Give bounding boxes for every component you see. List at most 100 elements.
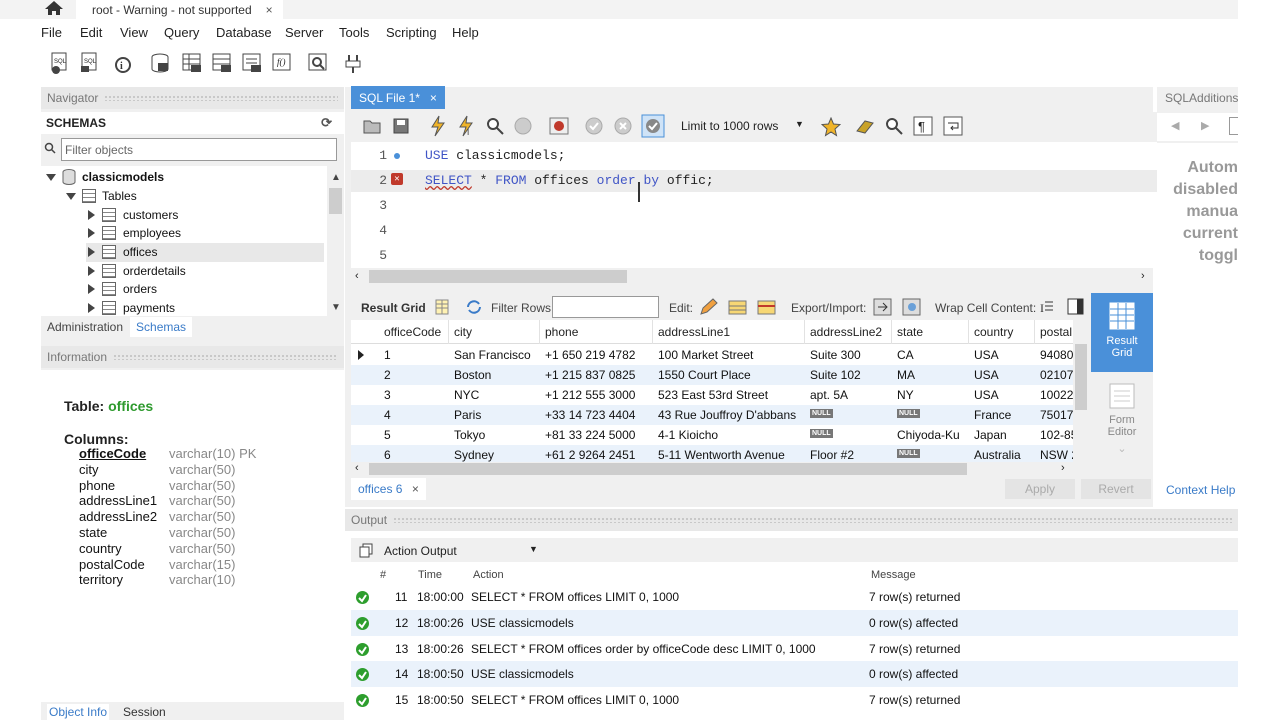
filter-rows-input[interactable] (552, 296, 659, 318)
expand-icon[interactable] (88, 284, 95, 294)
column-divider[interactable] (539, 320, 540, 344)
table-cell[interactable]: +1 650 219 4782 (545, 348, 635, 362)
table-row[interactable]: 1 San Francisco +1 650 219 4782 100 Market … (351, 345, 1089, 365)
new-sql-tab-icon[interactable]: SQL (48, 50, 72, 76)
home-icon[interactable] (44, 0, 66, 16)
table-cell[interactable]: Sydney (454, 448, 494, 462)
create-schema-icon[interactable] (148, 50, 172, 76)
execute-current-icon[interactable]: I (457, 115, 475, 137)
table-payments[interactable]: payments (88, 299, 175, 317)
forward-icon[interactable]: ▶ (1201, 119, 1209, 132)
table-offices[interactable]: offices (88, 243, 157, 261)
table-cell[interactable]: France (974, 408, 1011, 422)
wrap-lines-icon[interactable] (943, 116, 963, 136)
create-function-icon[interactable]: f() (270, 50, 294, 76)
search-table-data-icon[interactable] (306, 50, 330, 76)
explain-icon[interactable] (485, 116, 505, 136)
output-row[interactable]: 12 18:00:26 USE classicmodels 0 row(s) affe… (351, 609, 1238, 636)
column-divider[interactable] (1034, 320, 1035, 344)
close-icon[interactable]: × (430, 91, 437, 105)
expand-icon[interactable] (88, 210, 95, 220)
invisible-chars-icon[interactable]: ¶ (913, 116, 933, 136)
scroll-left-icon[interactable]: ‹ (355, 462, 359, 474)
table-cell[interactable]: Floor #2 (810, 448, 854, 462)
reconnect-icon[interactable] (342, 50, 366, 76)
scroll-right-icon[interactable]: › (1141, 270, 1145, 282)
null-badge[interactable]: NULL (810, 429, 833, 438)
column-header[interactable]: addressLine1 (658, 325, 730, 339)
table-row[interactable]: 2 Boston +1 215 837 0825 1550 Court Place Su… (351, 365, 1089, 385)
table-row[interactable]: 4 Paris +33 14 723 4404 43 Rue Jouffroy D'a… (351, 405, 1089, 425)
scrollbar-thumb[interactable] (369, 270, 627, 283)
table-cell[interactable]: MA (897, 368, 915, 382)
table-cell[interactable]: +33 14 723 4404 (545, 408, 635, 422)
table-cell[interactable]: USA (974, 368, 999, 382)
back-icon[interactable]: ◀ (1171, 119, 1179, 132)
scroll-down-icon[interactable]: ▼ (331, 302, 341, 313)
table-cell[interactable]: San Francisco (454, 348, 531, 362)
table-cell[interactable]: +81 33 224 5000 (545, 428, 635, 442)
column-divider[interactable] (804, 320, 805, 344)
menu-server[interactable]: Server (285, 25, 323, 40)
table-cell[interactable]: 10022 (1040, 388, 1073, 402)
table-cell[interactable]: 4-1 Kioicho (658, 428, 718, 442)
output-row[interactable]: 15 18:00:50 SELECT * FROM offices LIMIT 0,… (351, 687, 1238, 714)
table-row[interactable]: 3 NYC +1 212 555 3000 523 East 53rd Street a… (351, 385, 1089, 405)
save-icon[interactable] (393, 118, 409, 134)
syntax-error-icon[interactable]: ✕ (391, 173, 403, 185)
table-cell[interactable]: 02107 (1040, 368, 1073, 382)
edit-cell-icon[interactable] (699, 298, 719, 316)
table-cell[interactable]: USA (974, 388, 999, 402)
table-cell[interactable]: Suite 102 (810, 368, 861, 382)
scrollbar-thumb[interactable] (369, 463, 967, 475)
table-cell[interactable]: 5-11 Wentworth Avenue (658, 448, 785, 462)
scroll-left-icon[interactable]: ‹ (355, 270, 359, 282)
column-header[interactable]: country (974, 325, 1013, 339)
revert-button[interactable]: Revert (1081, 479, 1151, 499)
import-icon[interactable] (902, 298, 922, 316)
column-header[interactable]: postal (1040, 325, 1072, 339)
create-procedure-icon[interactable] (240, 50, 264, 76)
table-cell[interactable]: 4 (384, 408, 391, 422)
scroll-right-icon[interactable]: › (1061, 462, 1065, 474)
table-cell[interactable]: Japan (974, 428, 1007, 442)
navigator-scrollbar[interactable]: ▲ ▼ (327, 168, 344, 316)
scrollbar-thumb[interactable] (329, 188, 342, 214)
export-icon[interactable] (873, 298, 893, 316)
tab-schemas[interactable]: Schemas (130, 317, 193, 337)
table-cell[interactable]: 1550 Court Place (658, 368, 751, 382)
table-cell[interactable]: 102-85 (1040, 428, 1077, 442)
expand-icon[interactable] (46, 173, 56, 181)
column-header[interactable]: addressLine2 (810, 325, 882, 339)
table-cell[interactable]: apt. 5A (810, 388, 848, 402)
form-editor-side-button[interactable]: Form Editor ⌄ (1091, 372, 1153, 455)
execute-icon[interactable] (429, 115, 447, 137)
create-table-icon[interactable] (180, 50, 204, 76)
table-cell[interactable]: 1 (384, 348, 391, 362)
autocommit-icon[interactable] (585, 117, 603, 135)
result-tab[interactable]: offices 6 × (351, 478, 426, 500)
table-cell[interactable]: NY (897, 388, 914, 402)
table-cell[interactable]: +1 215 837 0825 (545, 368, 635, 382)
table-customers[interactable]: customers (88, 206, 178, 224)
expand-icon[interactable] (88, 247, 95, 257)
refresh-icon[interactable] (465, 299, 483, 315)
column-divider[interactable] (891, 320, 892, 344)
editor-hscrollbar[interactable]: ‹ › (351, 268, 1151, 285)
table-cell[interactable]: Tokyo (454, 428, 485, 442)
toggle-autocommit-icon[interactable] (641, 114, 665, 138)
table-cell[interactable]: Australia (974, 448, 1021, 462)
null-badge[interactable]: NULL (810, 409, 833, 418)
filter-objects-input[interactable]: Filter objects (61, 138, 337, 161)
create-view-icon[interactable] (210, 50, 234, 76)
close-icon[interactable]: × (266, 3, 273, 17)
beautify-icon[interactable] (855, 117, 875, 135)
output-mode-select[interactable]: Action Output ▼ (379, 539, 541, 561)
table-cell[interactable]: CA (897, 348, 914, 362)
rollback-icon[interactable] (614, 117, 632, 135)
apply-button[interactable]: Apply (1005, 479, 1075, 499)
open-file-icon[interactable] (363, 118, 381, 134)
null-badge[interactable]: NULL (897, 409, 920, 418)
output-row[interactable]: 13 18:00:26 SELECT * FROM offices order by… (351, 635, 1238, 662)
expand-icon[interactable] (88, 228, 95, 238)
